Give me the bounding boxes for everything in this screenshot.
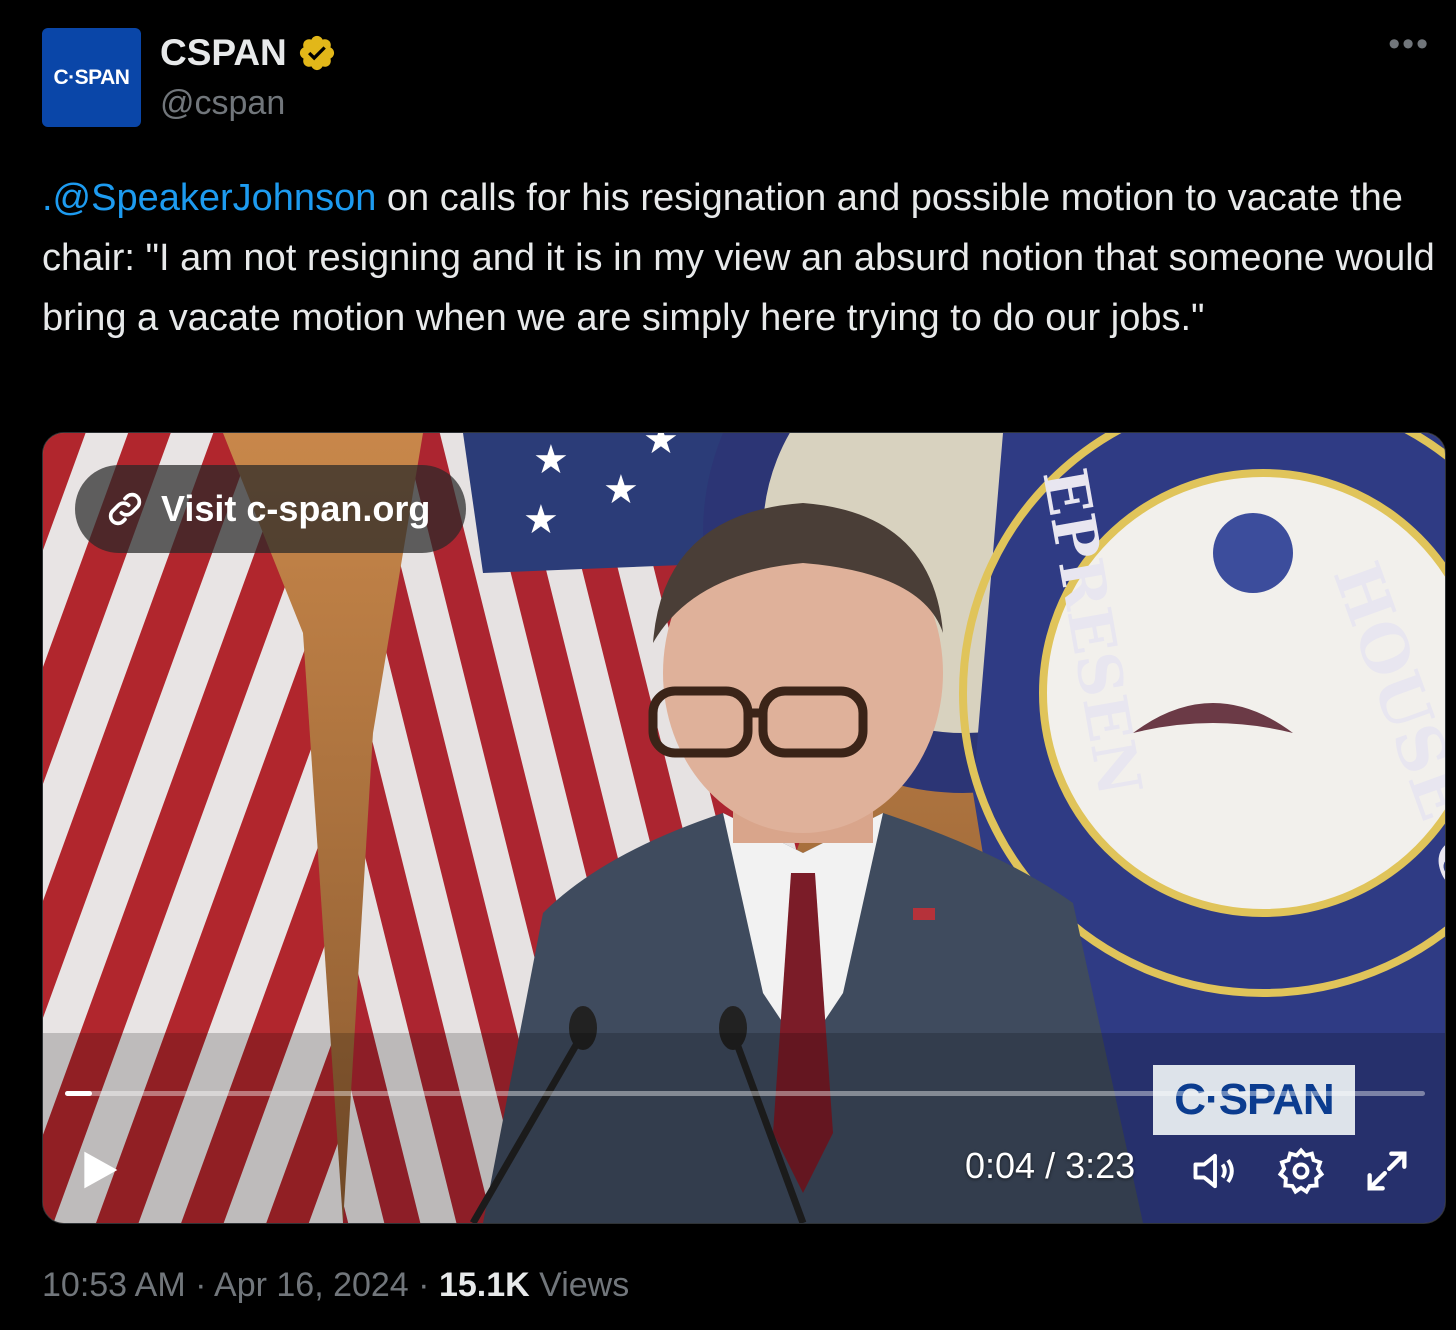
tweet-text: .@SpeakerJohnson on calls for his resign… <box>42 168 1442 348</box>
current-time: 0:04 <box>965 1145 1036 1186</box>
tweet-metadata: 10:53 AM · Apr 16, 2024 · 15.1K Views <box>42 1266 629 1305</box>
play-icon[interactable] <box>77 1147 121 1193</box>
tweet: C·SPAN CSPAN @cspan ••• .@SpeakerJohnson… <box>0 0 1456 1330</box>
meta-separator: · <box>195 1266 207 1304</box>
svg-text:★: ★ <box>643 433 679 462</box>
video-progress-fill <box>65 1091 93 1096</box>
video-time: 0:04 / 3:23 <box>965 1145 1135 1187</box>
verified-badge-icon <box>299 35 334 71</box>
avatar[interactable]: C·SPAN <box>42 28 141 127</box>
avatar-logo-text: C·SPAN <box>53 65 130 89</box>
post-date[interactable]: Apr 16, 2024 <box>214 1266 409 1304</box>
time-separator: / <box>1035 1145 1066 1186</box>
post-time[interactable]: 10:53 AM <box>42 1266 186 1304</box>
video-progress-bar[interactable] <box>65 1091 1425 1096</box>
fullscreen-icon[interactable] <box>1361 1145 1413 1197</box>
views-label: Views <box>539 1266 630 1304</box>
cspan-watermark: C·SPAN <box>1153 1065 1355 1135</box>
display-name[interactable]: CSPAN <box>160 32 287 74</box>
svg-text:★: ★ <box>603 468 639 512</box>
visit-website-label: Visit c-span.org <box>161 488 431 529</box>
link-icon <box>108 492 142 526</box>
settings-gear-icon[interactable] <box>1275 1145 1327 1197</box>
svg-text:★: ★ <box>533 438 569 482</box>
author-name-row: CSPAN <box>160 32 337 74</box>
meta-separator: · <box>418 1266 430 1304</box>
visit-website-button[interactable]: Visit c-span.org <box>75 465 467 553</box>
video-player[interactable]: ★ ★ ★ ★ HOUSE OF EPRESEN Visit c-span.or… <box>42 432 1446 1224</box>
volume-icon[interactable] <box>1189 1145 1241 1197</box>
views-count: 15.1K <box>438 1266 530 1304</box>
svg-text:★: ★ <box>523 498 559 542</box>
more-options-icon[interactable]: ••• <box>1388 27 1430 61</box>
duration: 3:23 <box>1065 1145 1136 1186</box>
author-handle[interactable]: @cspan <box>160 84 285 123</box>
mention-link[interactable]: .@SpeakerJohnson <box>42 177 376 219</box>
